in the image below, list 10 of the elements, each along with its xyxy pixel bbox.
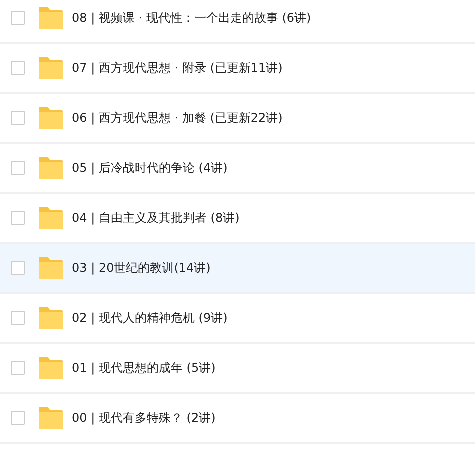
folder-name[interactable]: 06 | 西方现代思想 · 加餐 (已更新22讲) bbox=[72, 110, 283, 126]
folder-name[interactable]: 07 | 西方现代思想 · 附录 (已更新11讲) bbox=[72, 60, 283, 76]
folder-name[interactable]: 03 | 20世纪的教训(14讲) bbox=[72, 260, 211, 276]
folder-row[interactable]: 03 | 20世纪的教训(14讲) bbox=[0, 244, 475, 294]
folder-name[interactable]: 02 | 现代人的精神危机 (9讲) bbox=[72, 310, 228, 326]
folder-name[interactable]: 05 | 后冷战时代的争论 (4讲) bbox=[72, 160, 228, 176]
folder-name[interactable]: 08 | 视频课 · 现代性：一个出走的故事 (6讲) bbox=[72, 10, 312, 26]
folder-name[interactable]: 04 | 自由主义及其批判者 (8讲) bbox=[72, 210, 240, 226]
folder-name[interactable]: 00 | 现代有多特殊？ (2讲) bbox=[72, 410, 216, 426]
folder-name[interactable]: 01 | 现代思想的成年 (5讲) bbox=[72, 360, 216, 376]
